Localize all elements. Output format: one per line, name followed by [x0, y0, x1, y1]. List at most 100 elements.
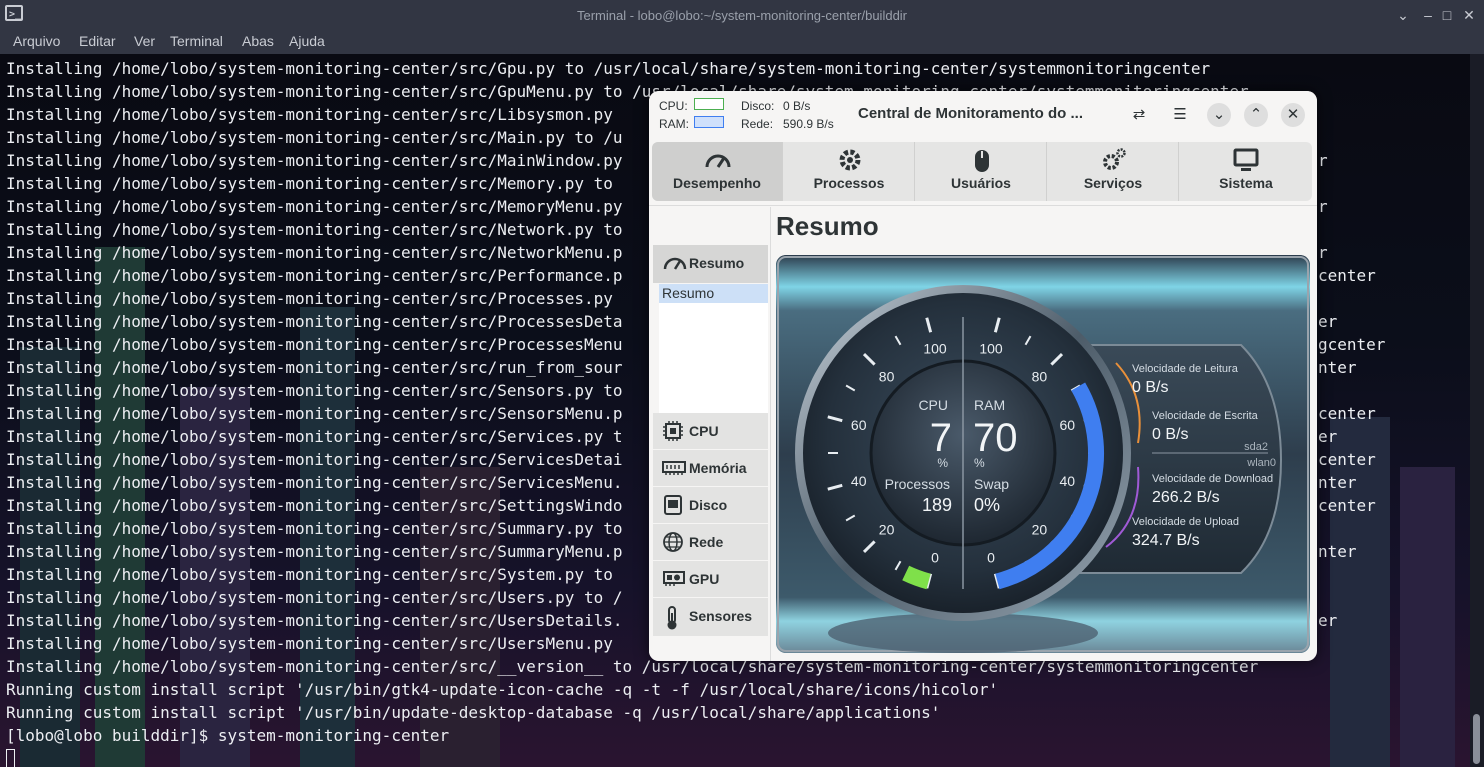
terminal-line-fragment: center — [1318, 266, 1376, 285]
terminal-line: Installing /home/lobo/system-monitoring-… — [6, 312, 623, 331]
ram-label: RAM — [974, 397, 1005, 413]
terminal-line: Installing /home/lobo/system-monitoring-… — [6, 105, 613, 124]
right-tick-label: 40 — [1060, 473, 1076, 489]
sidebar-item-gpu[interactable]: GPU — [653, 561, 768, 597]
tab-desempenho[interactable]: Desempenho — [652, 142, 783, 201]
summary-gauge-panel: 100 100 80 80 60 60 40 40 20 20 0 0 CPU 7 % RAM 70 … — [776, 255, 1310, 653]
window-close-button[interactable]: ✕ — [1281, 103, 1305, 127]
terminal-line: Installing /home/lobo/system-monitoring-… — [6, 128, 623, 147]
terminal-line: Installing /home/lobo/system-monitoring-… — [6, 174, 613, 193]
wallpaper-building — [1400, 467, 1455, 767]
terminal-line: Running custom install script '/usr/bin/… — [6, 680, 999, 699]
terminal-line: Installing /home/lobo/system-monitoring-… — [6, 496, 623, 515]
monitor-icon — [1233, 148, 1259, 171]
sidebar-subitem-area — [659, 303, 768, 413]
menu-arquivo[interactable]: Arquivo — [13, 33, 60, 49]
terminal-line: Installing /home/lobo/system-monitoring-… — [6, 381, 623, 400]
sidebar-item-cpu[interactable]: CPU — [653, 413, 768, 449]
scrollbar-thumb[interactable] — [1473, 714, 1480, 764]
tab-servicos[interactable]: Serviços — [1048, 142, 1179, 201]
menu-ver[interactable]: Ver — [134, 33, 155, 49]
terminal-line-fragment: center — [1318, 450, 1376, 469]
sidebar-item-rede[interactable]: Rede — [653, 524, 768, 560]
terminal-title: Terminal - lobo@lobo:~/system-monitoring… — [576, 8, 908, 23]
swap-label: Swap — [974, 476, 1009, 492]
header-cpu-graph — [694, 98, 724, 110]
sidebar: Resumo Resumo CPU Memória Disco Rede GPU… — [649, 207, 770, 661]
sidebar-item-memoria[interactable]: Memória — [653, 450, 768, 486]
tab-usuarios[interactable]: Usuários — [916, 142, 1047, 201]
settings-sliders-icon[interactable]: ⇄ — [1127, 103, 1151, 127]
gears-icon — [1103, 148, 1126, 170]
processes-value: 189 — [922, 495, 952, 515]
minimize-button[interactable]: – — [1418, 5, 1438, 25]
terminal-line-fragment: r — [1318, 243, 1328, 262]
terminal-line: Installing /home/lobo/system-monitoring-… — [6, 358, 623, 377]
terminal-line-fragment: center — [1318, 496, 1376, 515]
left-tick-label: 20 — [879, 521, 895, 537]
terminal-line: Installing /home/lobo/system-monitoring-… — [6, 243, 623, 262]
terminal-menubar: Arquivo Editar Ver Terminal Abas Ajuda — [0, 30, 1484, 54]
terminal-line-fragment: er — [1318, 611, 1338, 630]
tabs-separator — [649, 205, 1317, 206]
terminal-scrollbar[interactable] — [1470, 54, 1484, 767]
menu-ajuda[interactable]: Ajuda — [289, 33, 325, 49]
app-headerbar: CPU: RAM: Disco: 0 B/s Rede: 590.9 B/s C… — [649, 91, 1317, 137]
terminal-line-fragment: gcenter — [1318, 335, 1386, 354]
terminal-titlebar: >_ Terminal - lobo@lobo:~/system-monitor… — [0, 0, 1484, 30]
right-tick-label: 100 — [979, 341, 1003, 357]
maximize-button[interactable]: □ — [1437, 5, 1457, 25]
menu-terminal[interactable]: Terminal — [170, 33, 223, 49]
speedometer-icon — [705, 154, 731, 168]
read-speed-value: 0 B/s — [1132, 379, 1168, 396]
left-tick-label: 0 — [931, 549, 939, 565]
terminal-line: Installing /home/lobo/system-monitoring-… — [6, 473, 623, 492]
terminal-line-fragment: center — [1318, 404, 1376, 423]
terminal-line: Installing /home/lobo/system-monitoring-… — [6, 588, 623, 607]
header-ram-label: RAM: — [659, 117, 689, 131]
memory-icon — [662, 461, 686, 475]
left-tick-label: 100 — [923, 341, 947, 357]
disk-name: sda2 — [1244, 441, 1268, 453]
write-speed-value: 0 B/s — [1152, 426, 1188, 443]
menu-editar[interactable]: Editar — [79, 33, 116, 49]
terminal-line: Installing /home/lobo/system-monitoring-… — [6, 634, 613, 653]
terminal-line: Installing /home/lobo/system-monitoring-… — [6, 197, 623, 216]
terminal-line-fragment: er — [1318, 427, 1338, 446]
upload-speed-label: Velocidade de Upload — [1132, 516, 1239, 528]
sidebar-subitem-resumo[interactable]: Resumo — [659, 284, 768, 303]
thermometer-icon — [667, 606, 677, 630]
close-button[interactable]: ✕ — [1459, 5, 1479, 25]
terminal-line: Installing /home/lobo/system-monitoring-… — [6, 59, 1211, 78]
cpu-label: CPU — [918, 397, 948, 413]
window-minimize-button[interactable]: ⌄ — [1207, 103, 1231, 127]
window-maximize-button[interactable]: ⌃ — [1244, 103, 1268, 127]
header-cpu-label: CPU: — [659, 99, 688, 113]
terminal-line: Installing /home/lobo/system-monitoring-… — [6, 335, 623, 354]
terminal-line: Installing /home/lobo/system-monitoring-… — [6, 427, 623, 446]
gear-icon — [839, 149, 861, 171]
app-title: Central de Monitoramento do ... — [858, 105, 1084, 122]
header-disk-label: Disco: — [741, 99, 775, 113]
header-net-value: 590.9 B/s — [783, 117, 834, 131]
chevron-down-icon[interactable]: ⌄ — [1393, 5, 1413, 25]
tab-processos[interactable]: Processos — [784, 142, 915, 201]
terminal-line: Installing /home/lobo/system-monitoring-… — [6, 404, 623, 423]
network-name: wlan0 — [1246, 457, 1276, 469]
menu-abas[interactable]: Abas — [242, 33, 274, 49]
terminal-line-fragment: er — [1318, 312, 1338, 331]
tab-sistema[interactable]: Sistema — [1180, 142, 1312, 201]
sidebar-item-sensores[interactable]: Sensores — [653, 598, 768, 636]
right-tick-label: 20 — [1032, 521, 1048, 537]
cpu-chip-icon — [663, 421, 683, 441]
terminal-line-fragment: nter — [1318, 542, 1357, 561]
system-monitor-window: CPU: RAM: Disco: 0 B/s Rede: 590.9 B/s C… — [649, 91, 1317, 661]
header-disk-value: 0 B/s — [783, 99, 811, 113]
sidebar-item-disco[interactable]: Disco — [653, 487, 768, 523]
cpu-value: 7 — [930, 416, 952, 460]
main-menu-button[interactable]: ☰ — [1168, 103, 1192, 127]
right-tick-label: 0 — [987, 549, 995, 565]
sidebar-item-resumo[interactable]: Resumo — [653, 245, 768, 283]
terminal-cursor — [6, 749, 15, 767]
left-tick-label: 40 — [851, 473, 867, 489]
